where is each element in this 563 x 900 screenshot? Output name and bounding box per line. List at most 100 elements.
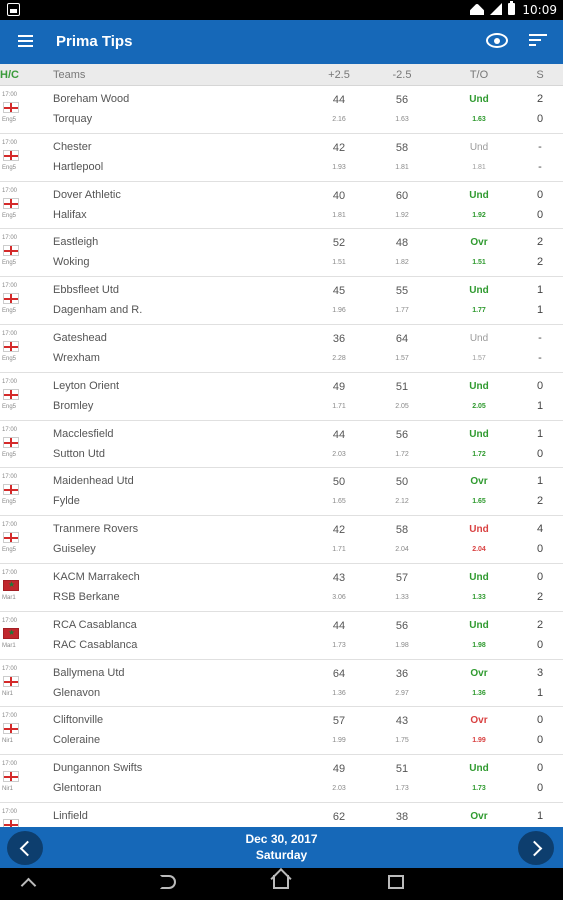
recent-apps-icon[interactable] (388, 875, 404, 889)
away-team: RSB Berkane (53, 590, 120, 603)
match-row[interactable]: 17:00Nir1Linfield6238Ovr1 (0, 803, 563, 827)
match-row[interactable]: 17:00 Mar1 KACM Marrakech RSB Berkane 43 57 3.… (0, 564, 563, 612)
under-odd: 2.12 (395, 498, 409, 506)
home-score: - (538, 140, 542, 153)
home-score: 2 (536, 236, 544, 249)
tip-label: Und (469, 380, 489, 392)
match-row[interactable]: 17:00 Nir1 Cliftonville Coleraine 57 43 1.99 1.… (0, 707, 563, 756)
home-score: 1 (536, 809, 544, 822)
home-team: KACM Marrakech (53, 570, 140, 583)
home-score: 1 (536, 427, 544, 440)
away-team: Guiseley (53, 543, 96, 556)
under-odd: 2.05 (395, 402, 409, 410)
tip-label: Und (469, 763, 489, 775)
match-row[interactable]: 17:00 Eng5 Eastleigh Woking 52 48 1.51 1.82 Ovr 1… (0, 229, 563, 278)
col-teams[interactable]: Teams (53, 69, 85, 81)
flag-icon (3, 771, 19, 783)
home-team: Dover Athletic (53, 188, 121, 201)
over-odd: 1.71 (332, 402, 346, 410)
away-team: Hartlepool (53, 160, 104, 173)
over-odd: 1.99 (332, 737, 346, 745)
over-odd: 1.96 (332, 307, 346, 315)
chevron-right-icon[interactable] (518, 831, 554, 865)
away-team: Fylde (53, 495, 80, 508)
away-team: Woking (53, 256, 90, 269)
league-code: Nir1 (2, 738, 14, 745)
match-row[interactable]: 17:00 Eng5 Macclesfield Sutton Utd 44 56 2.03 1… (0, 421, 563, 469)
league-code: Mar1 (2, 594, 16, 601)
away-score: 2 (536, 256, 544, 269)
flag-icon (3, 484, 19, 496)
match-time: 17:00 (2, 617, 18, 624)
home-score: 3 (536, 666, 544, 679)
status-icons (470, 1, 515, 15)
match-time: 17:00 (2, 761, 18, 768)
home-team: Chester (53, 140, 92, 153)
away-score: - (538, 160, 542, 173)
league-code: Eng5 (2, 164, 17, 171)
home-team: Boreham Wood (53, 93, 130, 105)
col-minus[interactable]: -2.5 (383, 69, 421, 81)
match-row[interactable]: 17:00 Eng5 Boreham Wood Torquay 44 56 2.16 1.63… (0, 86, 563, 134)
away-team: Glentoran (53, 782, 102, 795)
match-row[interactable]: 17:00 Eng5 Dover Athletic Halifax 40 60 1.81 1.… (0, 182, 563, 230)
over-odd: 1.93 (332, 163, 346, 171)
away-score: 0 (536, 543, 544, 556)
match-row[interactable]: 17:00 Nir1 Ballymena Utd Glenavon 64 36 1.36 2.… (0, 660, 563, 708)
tip-label: Ovr (470, 476, 488, 488)
away-score: 1 (536, 686, 544, 699)
over-prob: 52 (332, 237, 346, 250)
col-to[interactable]: T/O (460, 69, 498, 81)
under-odd: 2.97 (395, 689, 409, 697)
over-odd: 1.36 (332, 689, 346, 697)
back-icon[interactable] (160, 875, 176, 889)
tip-label: Und (469, 428, 489, 440)
over-odd: 2.03 (332, 450, 346, 458)
match-time: 17:00 (2, 569, 18, 576)
under-prob: 56 (395, 428, 409, 441)
league-code: Eng5 (2, 308, 17, 315)
flag-icon (3, 579, 19, 591)
tip-odd: 1.36 (472, 689, 486, 697)
flag-icon (3, 723, 19, 735)
collapse-icon[interactable] (20, 877, 37, 894)
under-prob: 56 (395, 94, 409, 106)
col-score[interactable]: S (530, 69, 550, 81)
league-code: Eng5 (2, 117, 17, 123)
under-odd: 1.98 (395, 641, 409, 649)
away-score: 1 (536, 399, 544, 412)
match-row[interactable]: 17:00 Eng5 Leyton Orient Bromley 49 51 1.71 2.0… (0, 373, 563, 421)
match-row[interactable]: 17:00 Nir1 Dungannon Swifts Glentoran 49 51 2.… (0, 755, 563, 803)
match-time: 17:00 (2, 330, 18, 337)
match-row[interactable]: 17:00 Eng5 Chester Hartlepool 42 58 1.93 1.81 Un… (0, 134, 563, 182)
over-prob: 45 (332, 285, 346, 298)
match-row[interactable]: 17:00 Eng5 Ebbsfleet Utd Dagenham and R. 45 5… (0, 277, 563, 325)
home-team: Ebbsfleet Utd (53, 284, 120, 297)
home-score: 2 (536, 93, 544, 105)
tip-label: Und (469, 332, 489, 344)
away-score: 0 (536, 447, 544, 460)
match-row[interactable]: 17:00 Eng5 Maidenhead Utd Fylde 50 50 1.65 2.12… (0, 468, 563, 517)
away-score: 2 (536, 590, 544, 603)
home-team: Dungannon Swifts (53, 762, 143, 775)
home-score: 0 (536, 188, 544, 201)
eye-icon[interactable] (486, 33, 508, 48)
tip-label: Ovr (470, 715, 488, 727)
sort-icon[interactable] (529, 34, 547, 48)
under-prob: 55 (395, 285, 409, 298)
wifi-icon (470, 3, 484, 15)
home-icon[interactable] (273, 875, 289, 889)
match-list[interactable]: 17:00 Eng5 Boreham Wood Torquay 44 56 2.16 1.63… (0, 86, 563, 827)
col-plus[interactable]: +2.5 (320, 69, 358, 81)
tip-label: Ovr (470, 667, 488, 679)
home-team: Macclesfield (53, 427, 114, 440)
home-team: Ballymena Utd (53, 666, 125, 679)
col-hc[interactable]: H/C (0, 69, 19, 81)
flag-icon (3, 245, 19, 257)
match-row[interactable]: 17:00 Eng5 Tranmere Rovers Guiseley 42 58 1.71… (0, 516, 563, 564)
match-time: 17:00 (2, 139, 18, 146)
match-row[interactable]: 17:00 Eng5 Gateshead Wrexham 36 64 2.28 1.57 Und… (0, 325, 563, 373)
menu-icon[interactable] (18, 35, 33, 47)
match-row[interactable]: 17:00 Mar1 RCA Casablanca RAC Casablanca 44 5… (0, 612, 563, 660)
home-team: Maidenhead Utd (53, 475, 134, 488)
